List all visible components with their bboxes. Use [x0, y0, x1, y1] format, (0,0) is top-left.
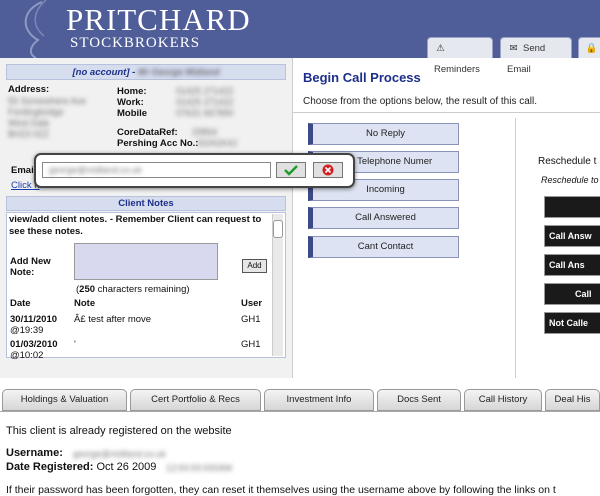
col-date: Date	[10, 298, 31, 309]
note-text: '	[74, 339, 76, 350]
note-text: Â£ test after move	[74, 314, 152, 325]
tab-investment-info[interactable]: Investment Info	[264, 389, 374, 411]
new-note-textarea[interactable]	[74, 243, 218, 280]
pershing-label: Pershing Acc No.:	[117, 138, 199, 149]
tab-cert-portfolio[interactable]: Cert Portfolio & Recs	[130, 389, 261, 411]
divider	[292, 58, 293, 378]
checkmark-icon	[284, 165, 298, 176]
notes-intro: view/add client notes. - Remember Client…	[9, 214, 262, 237]
confirm-button[interactable]	[276, 162, 306, 178]
client-notes-header: Client Notes	[6, 196, 286, 211]
home-phone: 01425 271422	[176, 86, 234, 96]
call-answered-reschedule-button[interactable]: Call Answ	[544, 225, 600, 247]
cancel-button[interactable]	[313, 162, 343, 178]
close-icon	[322, 164, 334, 176]
notes-scrollbar-thumb[interactable]	[273, 220, 283, 238]
account-bar: [no account] - Mr George Midland	[6, 64, 286, 80]
call-button[interactable]: Call	[544, 283, 600, 305]
email-value-redacted: george@midland.co.uk	[49, 165, 142, 175]
call-answered-button[interactable]: Call Answered	[308, 207, 459, 229]
username-value-redacted: george@midland.co.uk	[73, 449, 166, 459]
divider	[515, 118, 516, 378]
logo-swirl-icon	[24, 0, 47, 58]
cant-contact-button[interactable]: Cant Contact	[308, 236, 459, 258]
date-registered: Date Registered: Oct 26 2009	[6, 461, 157, 473]
work-label: Work:	[117, 97, 144, 108]
pershing-value: 5GN1K4J	[198, 138, 238, 148]
divider	[293, 112, 600, 113]
logo-title: PRITCHARD	[66, 2, 251, 37]
username-label: Username:	[6, 447, 63, 459]
note-user: GH1	[241, 339, 261, 350]
lock-button[interactable]: 🔒	[578, 37, 600, 58]
col-note: Note	[74, 298, 96, 309]
mobile-label: Mobile	[117, 108, 148, 119]
tab-docs-sent[interactable]: Docs Sent	[377, 389, 461, 411]
envelope-icon: ✉	[509, 43, 518, 54]
email-input[interactable]: george@midland.co.uk	[42, 162, 271, 178]
table-row: 01/03/2010 @10:02	[10, 339, 58, 361]
characters-remaining: (250 characters remaining)	[76, 284, 190, 295]
registered-message: This client is already registered on the…	[6, 425, 232, 437]
reminders-button[interactable]: ⚠Reminders	[427, 37, 493, 75]
address-label: Address:	[8, 84, 50, 95]
address-value: 55 Somewhere Ave Fordingbridge West Dale BH…	[8, 96, 86, 139]
tab-holdings-valuation[interactable]: Holdings & Valuation	[2, 389, 127, 411]
client-name-redacted: Mr George Midland	[137, 67, 220, 77]
table-row: 30/11/2010 @19:39	[10, 314, 58, 336]
not-called-button[interactable]: Not Calle	[544, 312, 600, 334]
note-user: GH1	[241, 314, 261, 325]
add-note-label: Add New Note:	[10, 256, 51, 278]
home-label: Home:	[117, 86, 147, 97]
coredata-value: 29864	[192, 127, 218, 137]
mobile-phone: 07631 667890	[176, 108, 234, 118]
tab-deal-history[interactable]: Deal His	[545, 389, 600, 411]
no-reply-button[interactable]: No Reply	[308, 123, 459, 145]
send-email-button[interactable]: ✉ Send Email	[500, 37, 572, 75]
call-answered-2-button[interactable]: Call Ans	[544, 254, 600, 276]
col-user: User	[241, 298, 263, 309]
add-note-button[interactable]: Add	[242, 259, 267, 273]
tab-call-history[interactable]: Call History	[464, 389, 542, 411]
warning-icon: ⚠	[436, 43, 445, 54]
work-phone: 01425 271422	[176, 97, 234, 107]
reschedule-sublabel: Reschedule to	[541, 175, 599, 185]
call-process-subtitle: Choose from the options below, the resul…	[303, 96, 538, 107]
call-process-title: Begin Call Process	[303, 70, 421, 85]
coredata-label: CoreDataRef:	[117, 127, 178, 138]
logo-subtitle: STOCKBROKERS	[70, 35, 201, 51]
password-reset-info: If their password has been forgotten, th…	[6, 484, 556, 496]
reschedule-label: Reschedule t	[538, 156, 597, 167]
reschedule-button-1[interactable]	[544, 196, 600, 218]
email-label: Email	[11, 165, 37, 176]
lock-icon: 🔒	[585, 43, 598, 54]
time-registered-redacted: 12:00:00:000AM	[166, 463, 233, 473]
